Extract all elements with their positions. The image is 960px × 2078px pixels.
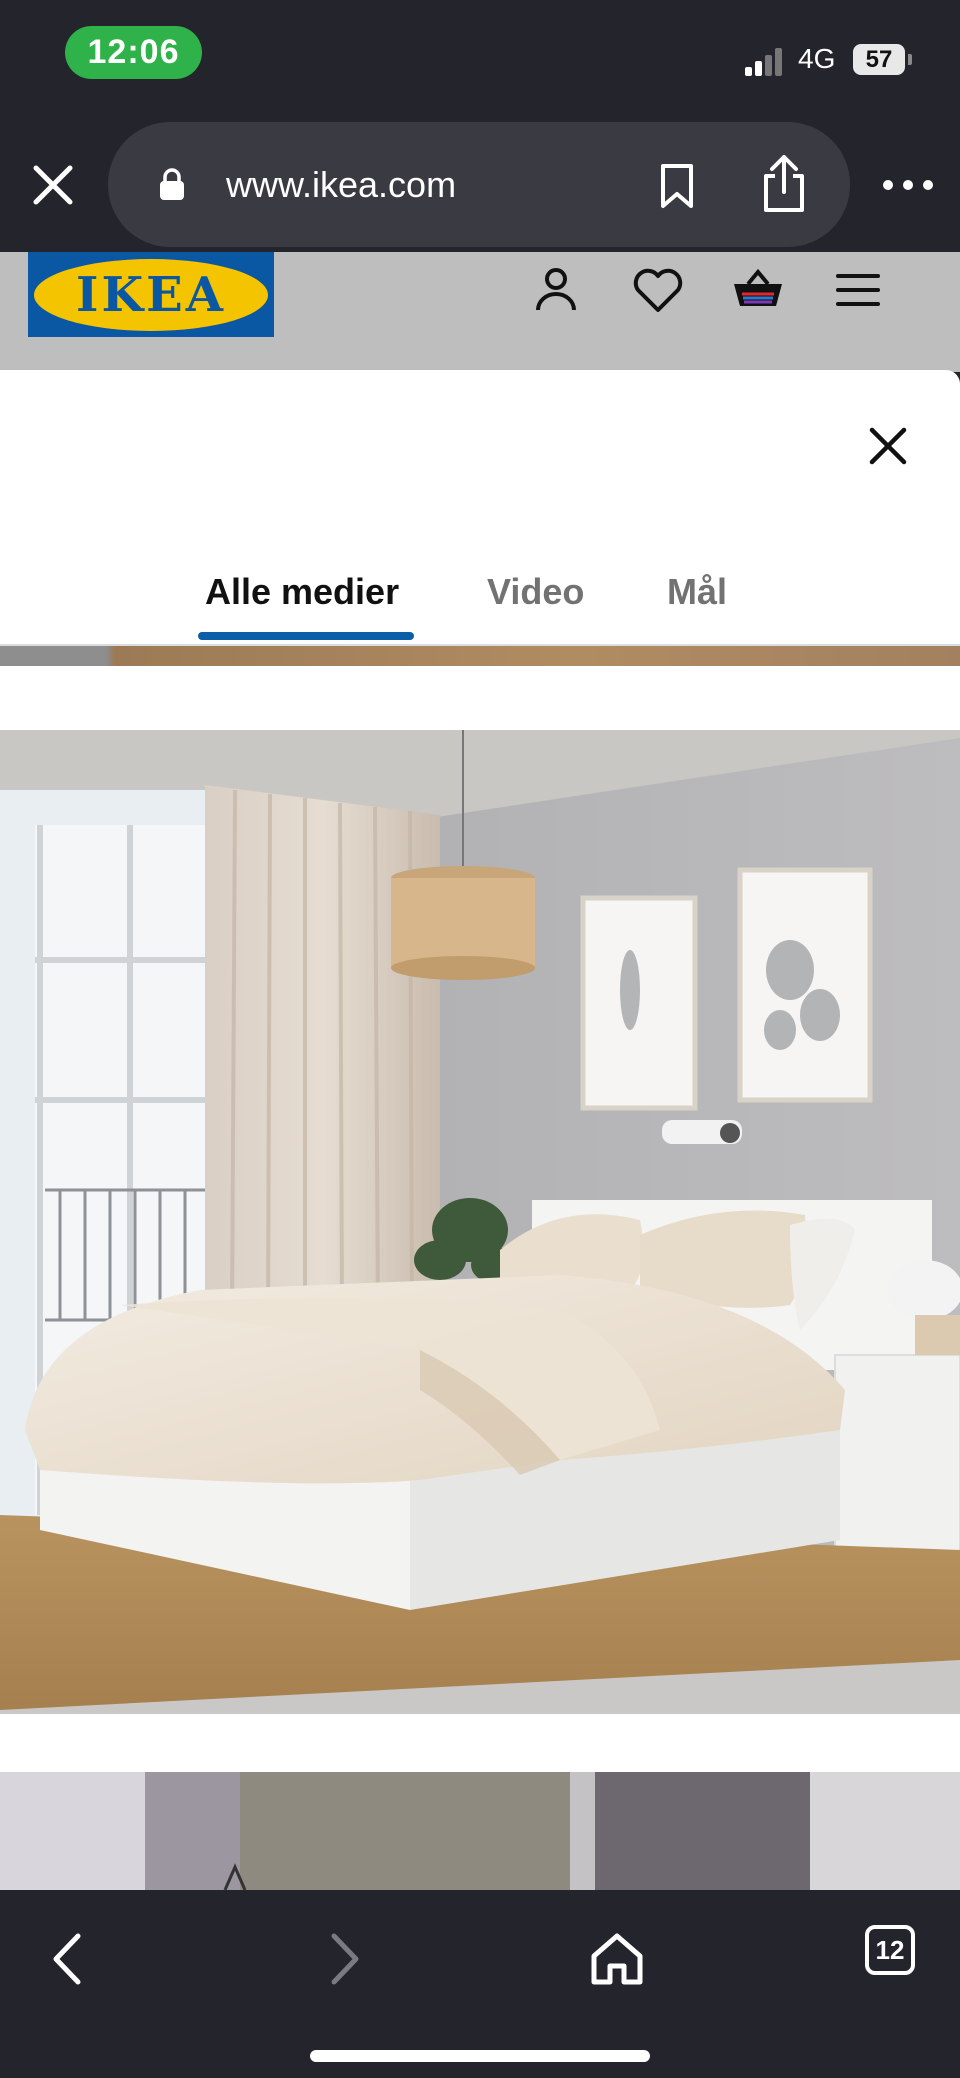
- product-image-next[interactable]: [0, 1772, 960, 1890]
- tab-measurements[interactable]: Mål: [667, 540, 727, 644]
- signal-strength-icon: [745, 48, 785, 76]
- battery-tip: [908, 54, 912, 65]
- share-icon[interactable]: [758, 154, 810, 214]
- browser-bottom-bar: 12: [0, 1890, 960, 2078]
- menu-icon[interactable]: [830, 262, 886, 318]
- lock-icon: [160, 168, 184, 200]
- more-options-icon[interactable]: [878, 172, 938, 198]
- active-tab-indicator: [198, 632, 414, 640]
- next-image-illustration: [0, 1772, 960, 1890]
- tabs-count-label: 12: [875, 1934, 905, 1965]
- battery-icon: 57: [853, 44, 905, 75]
- close-icon: [33, 165, 73, 205]
- heart-icon[interactable]: [630, 262, 686, 318]
- bookmark-icon[interactable]: [655, 162, 699, 210]
- bedroom-scene-illustration: [0, 730, 960, 1714]
- ikea-logo-text: IKEA: [76, 266, 226, 323]
- ikea-logo[interactable]: IKEA: [28, 252, 274, 337]
- forward-arrow-icon[interactable]: [312, 1928, 374, 1990]
- network-type: 4G: [798, 43, 836, 74]
- status-time: 12:06: [65, 26, 202, 79]
- url-text[interactable]: www.ikea.com: [226, 122, 456, 247]
- tabs-count-button[interactable]: 12: [865, 1925, 915, 1975]
- tab-video[interactable]: Video: [487, 540, 584, 644]
- status-bar: 12:06 4G 57: [0, 0, 960, 112]
- product-image-bedroom[interactable]: [0, 730, 960, 1714]
- home-indicator[interactable]: [310, 2050, 650, 2062]
- media-tabs: Alle medier Video Mål: [0, 540, 960, 644]
- battery-level: 57: [865, 45, 893, 73]
- back-arrow-icon[interactable]: [38, 1928, 100, 1990]
- ikea-logo-oval: IKEA: [34, 258, 268, 331]
- previous-media-image[interactable]: [0, 646, 960, 666]
- close-tab-button[interactable]: [22, 154, 84, 216]
- close-icon[interactable]: [862, 420, 914, 472]
- person-icon[interactable]: [528, 262, 584, 318]
- basket-icon[interactable]: [730, 262, 786, 318]
- media-modal: Alle medier Video Mål: [0, 370, 960, 1890]
- browser-toolbar: www.ikea.com: [0, 112, 960, 252]
- home-icon[interactable]: [586, 1928, 648, 1990]
- tab-all-media[interactable]: Alle medier: [205, 540, 399, 644]
- address-bar[interactable]: www.ikea.com: [108, 122, 850, 247]
- site-header: IKEA: [0, 252, 960, 372]
